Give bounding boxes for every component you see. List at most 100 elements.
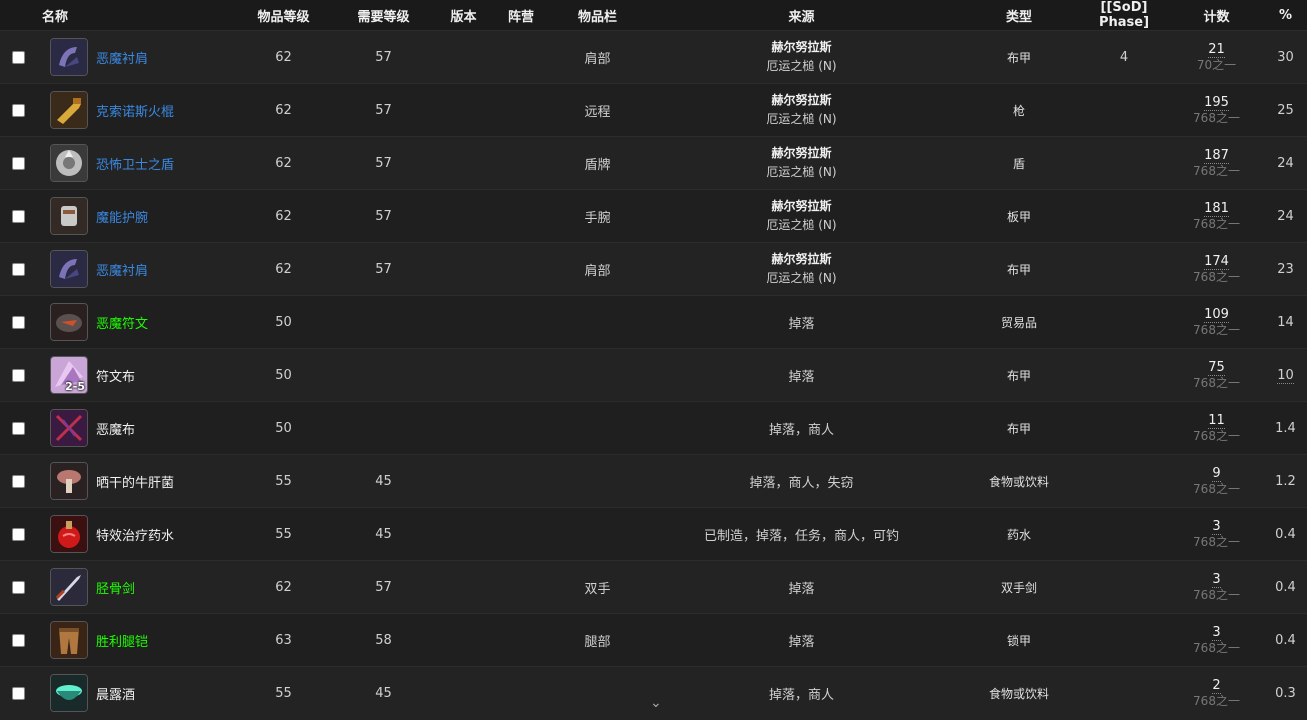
bracer-icon[interactable] [50,197,88,235]
source-text[interactable]: 掉落 [788,582,814,597]
table-row[interactable]: 恶魔衬肩 62 57 肩部 赫尔努拉斯 厄运之槌 (N) 布甲 174 768之一 23 [0,242,1307,296]
row-checkbox[interactable] [11,103,25,117]
source-text[interactable]: 掉落，商人，失窃 [749,476,853,491]
table-row[interactable]: 恶魔布 50 掉落，商人 布甲 11 768之一 1.4 [0,401,1307,455]
header-slot[interactable]: 物品栏 [551,0,644,31]
row-checkbox[interactable] [11,421,25,435]
felcloth-icon[interactable] [50,409,88,447]
drop-count[interactable]: 9 [1212,466,1221,482]
row-checkbox[interactable] [11,315,25,329]
item-name-link[interactable]: 符文布 [96,366,135,385]
header-type[interactable]: 类型 [959,0,1079,31]
drop-count[interactable]: 3 [1212,572,1221,588]
slot [551,455,644,508]
row-checkbox[interactable] [11,262,25,276]
item-name-link[interactable]: 恐怖卫士之盾 [96,154,174,173]
header-faction[interactable]: 阵营 [491,0,551,31]
row-checkbox[interactable] [11,368,25,382]
source-zone[interactable]: 厄运之槌 (N) [644,110,959,129]
source-text[interactable]: 掉落 [788,635,814,650]
shield-icon[interactable] [50,144,88,182]
mushroom-icon[interactable] [50,462,88,500]
row-checkbox[interactable] [11,209,25,223]
header-phase[interactable]: [[SoD] Phase] [1079,0,1169,31]
item-name-link[interactable]: 特效治疗药水 [96,525,174,544]
table-row[interactable]: 胜利腿铠 63 58 腿部 掉落 锁甲 3 768之一 0.4 [0,613,1307,667]
item-name-link[interactable]: 恶魔衬肩 [96,260,148,279]
table-row[interactable]: 恶魔符文 50 掉落 贸易品 109 768之一 14 [0,295,1307,349]
drop-count[interactable]: 11 [1208,413,1225,429]
drop-count[interactable]: 181 [1204,201,1229,217]
source-npc[interactable]: 赫尔努拉斯 [644,38,959,57]
sword-icon[interactable] [50,568,88,606]
header-source[interactable]: 来源 [644,0,959,31]
item-name-link[interactable]: 恶魔衬肩 [96,48,148,67]
source-zone[interactable]: 厄运之槌 (N) [644,163,959,182]
gun-icon[interactable] [50,91,88,129]
source-zone[interactable]: 厄运之槌 (N) [644,269,959,288]
table-row[interactable]: 晨露酒 55 45 掉落，商人 食物或饮料 2 768之一 0.3 [0,666,1307,720]
item-name-link[interactable]: 晨露酒 [96,684,135,703]
item-name-link[interactable]: 胫骨剑 [96,578,135,597]
source-npc[interactable]: 赫尔努拉斯 [644,91,959,110]
shoulder-icon[interactable] [50,38,88,76]
row-checkbox[interactable] [11,686,25,700]
drink-icon[interactable] [50,674,88,713]
source-zone[interactable]: 厄运之槌 (N) [644,216,959,235]
table-row[interactable]: 魔能护腕 62 57 手腕 赫尔努拉斯 厄运之槌 (N) 板甲 181 768之一 24 [0,189,1307,243]
row-checkbox[interactable] [11,474,25,488]
drop-count[interactable]: 3 [1212,519,1221,535]
item-name-link[interactable]: 晒干的牛肝菌 [96,472,174,491]
drop-count[interactable]: 21 [1208,42,1225,58]
drop-count[interactable]: 195 [1204,95,1229,111]
header-req-level[interactable]: 需要等级 [331,0,436,31]
source-zone[interactable]: 厄运之槌 (N) [644,57,959,76]
table-row[interactable]: 克索诺斯火棍 62 57 远程 赫尔努拉斯 厄运之槌 (N) 枪 195 768之一 25 [0,83,1307,137]
source-npc[interactable]: 赫尔努拉斯 [644,144,959,163]
table-row[interactable]: 2-5 符文布 50 掉落 布甲 75 768之一 10 [0,348,1307,402]
table-row[interactable]: 恐怖卫士之盾 62 57 盾牌 赫尔努拉斯 厄运之槌 (N) 盾 187 768之一 24 [0,136,1307,190]
row-checkbox[interactable] [11,633,25,647]
item-name-link[interactable]: 恶魔布 [96,419,135,438]
row-checkbox[interactable] [11,50,25,64]
drop-count[interactable]: 109 [1204,307,1229,323]
source-text[interactable]: 掉落，商人 [769,423,834,438]
cloth-icon[interactable]: 2-5 [50,356,88,394]
item-type: 布甲 [1006,368,1031,383]
item-name-link[interactable]: 克索诺斯火棍 [96,101,174,120]
scroll-down-icon[interactable]: ⌄ [650,695,662,711]
shoulder-icon[interactable] [50,250,88,288]
row-checkbox[interactable] [11,527,25,541]
table-row[interactable]: 恶魔衬肩 62 57 肩部 赫尔努拉斯 厄运之槌 (N) 布甲 4 21 70之一 30 [0,30,1307,84]
table-row[interactable]: 特效治疗药水 55 45 已制造，掉落，任务，商人，可钓 药水 3 768之一 0.4 [0,507,1307,561]
required-level [331,349,436,402]
header-version[interactable]: 版本 [436,0,491,31]
source-text[interactable]: 已制造，掉落，任务，商人，可钓 [704,529,899,544]
rune-stone-icon[interactable] [50,303,88,341]
legs-icon[interactable] [50,621,88,659]
drop-count[interactable]: 3 [1212,625,1221,641]
drop-count[interactable]: 75 [1208,360,1225,376]
row-checkbox-cell [0,137,36,190]
source-text[interactable]: 掉落 [788,317,814,332]
source-text[interactable]: 掉落 [788,370,814,385]
source-npc[interactable]: 赫尔努拉斯 [644,197,959,216]
drop-count[interactable]: 174 [1204,254,1229,270]
item-name-link[interactable]: 恶魔符文 [96,313,148,332]
drop-count[interactable]: 187 [1204,148,1229,164]
item-level: 55 [275,685,292,701]
drop-count[interactable]: 2 [1212,678,1221,694]
row-checkbox[interactable] [11,580,25,594]
item-name-link[interactable]: 胜利腿铠 [96,631,148,650]
header-item-level[interactable]: 物品等级 [236,0,331,31]
table-row[interactable]: 晒干的牛肝菌 55 45 掉落，商人，失窃 食物或饮料 9 768之一 1.2 [0,454,1307,508]
table-row[interactable]: 胫骨剑 62 57 双手 掉落 双手剑 3 768之一 0.4 [0,560,1307,614]
source-text[interactable]: 掉落，商人 [769,688,834,703]
item-name-link[interactable]: 魔能护腕 [96,207,148,226]
header-pct[interactable]: % [1264,0,1307,31]
potion-icon[interactable] [50,515,88,553]
header-count[interactable]: 计数 [1169,0,1264,31]
header-name[interactable]: 名称 [36,0,236,31]
row-checkbox[interactable] [11,156,25,170]
source-npc[interactable]: 赫尔努拉斯 [644,250,959,269]
